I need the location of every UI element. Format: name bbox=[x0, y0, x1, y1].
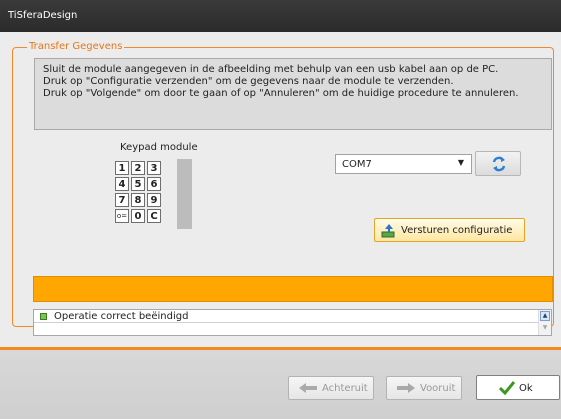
log-entry-text: Operatie correct beëindigd bbox=[54, 311, 189, 322]
chevron-down-icon: ▼ bbox=[457, 158, 464, 167]
list-item: Operatie correct beëindigd bbox=[34, 310, 540, 323]
forward-label: Vooruit bbox=[420, 383, 456, 394]
keypad-key: 5 bbox=[131, 177, 145, 191]
keypad-key: 0 bbox=[131, 209, 145, 223]
back-button[interactable]: Achteruit bbox=[288, 376, 374, 400]
send-configuration-label: Versturen configuratie bbox=[401, 225, 513, 236]
scroll-up-icon[interactable]: ▲ bbox=[540, 311, 550, 321]
port-select-value: COM7 bbox=[342, 159, 372, 170]
log-scrollbar[interactable]: ▲ ▼ bbox=[538, 310, 551, 335]
arrow-left-icon bbox=[299, 383, 317, 393]
title-bar: TiSferaDesign bbox=[0, 0, 561, 32]
arrow-right-icon bbox=[397, 383, 415, 393]
keypad-key: 6 bbox=[147, 177, 161, 191]
instruction-line: Sluit de module aangegeven in de afbeeld… bbox=[43, 64, 499, 75]
keypad-key: 9 bbox=[147, 193, 161, 207]
keypad-key: 2 bbox=[131, 161, 145, 175]
keypad-key: C bbox=[147, 209, 161, 223]
keypad-key: 7 bbox=[115, 193, 129, 207]
upload-icon bbox=[381, 224, 395, 238]
checkmark-icon bbox=[499, 381, 515, 395]
progress-bar bbox=[33, 276, 553, 302]
success-icon bbox=[40, 313, 47, 320]
instruction-line: Druk op "Configuratie verzenden" om de g… bbox=[43, 76, 454, 87]
scroll-down-icon[interactable]: ▼ bbox=[540, 324, 550, 334]
keypad-key: 4 bbox=[115, 177, 129, 191]
status-log[interactable]: Operatie correct beëindigd ▲ ▼ bbox=[33, 309, 552, 336]
keypad-key: 1 bbox=[115, 161, 129, 175]
instruction-line: Druk op "Volgende" om door te gaan of op… bbox=[43, 88, 519, 99]
keypad-title: Keypad module bbox=[120, 142, 198, 153]
keypad-key: 8 bbox=[131, 193, 145, 207]
window-title: TiSferaDesign bbox=[8, 10, 78, 21]
keypad-module-image: 1 2 3 4 5 6 7 8 9 o= 0 C bbox=[113, 159, 192, 229]
port-select[interactable]: COM7 ▼ bbox=[335, 154, 472, 174]
forward-button[interactable]: Vooruit bbox=[386, 376, 462, 400]
ok-button[interactable]: Ok bbox=[476, 375, 560, 400]
ok-label: Ok bbox=[519, 383, 533, 394]
keypad-key: o= bbox=[115, 209, 129, 223]
keypad-key: 3 bbox=[147, 161, 161, 175]
refresh-icon bbox=[492, 156, 506, 172]
send-configuration-button[interactable]: Versturen configuratie bbox=[374, 218, 525, 242]
group-title: Transfer Gegevens bbox=[27, 41, 125, 52]
refresh-button[interactable] bbox=[475, 151, 521, 176]
keypad-side-panel bbox=[177, 159, 192, 229]
instructions-box: Sluit de module aangegeven in de afbeeld… bbox=[34, 58, 552, 130]
back-label: Achteruit bbox=[322, 383, 368, 394]
